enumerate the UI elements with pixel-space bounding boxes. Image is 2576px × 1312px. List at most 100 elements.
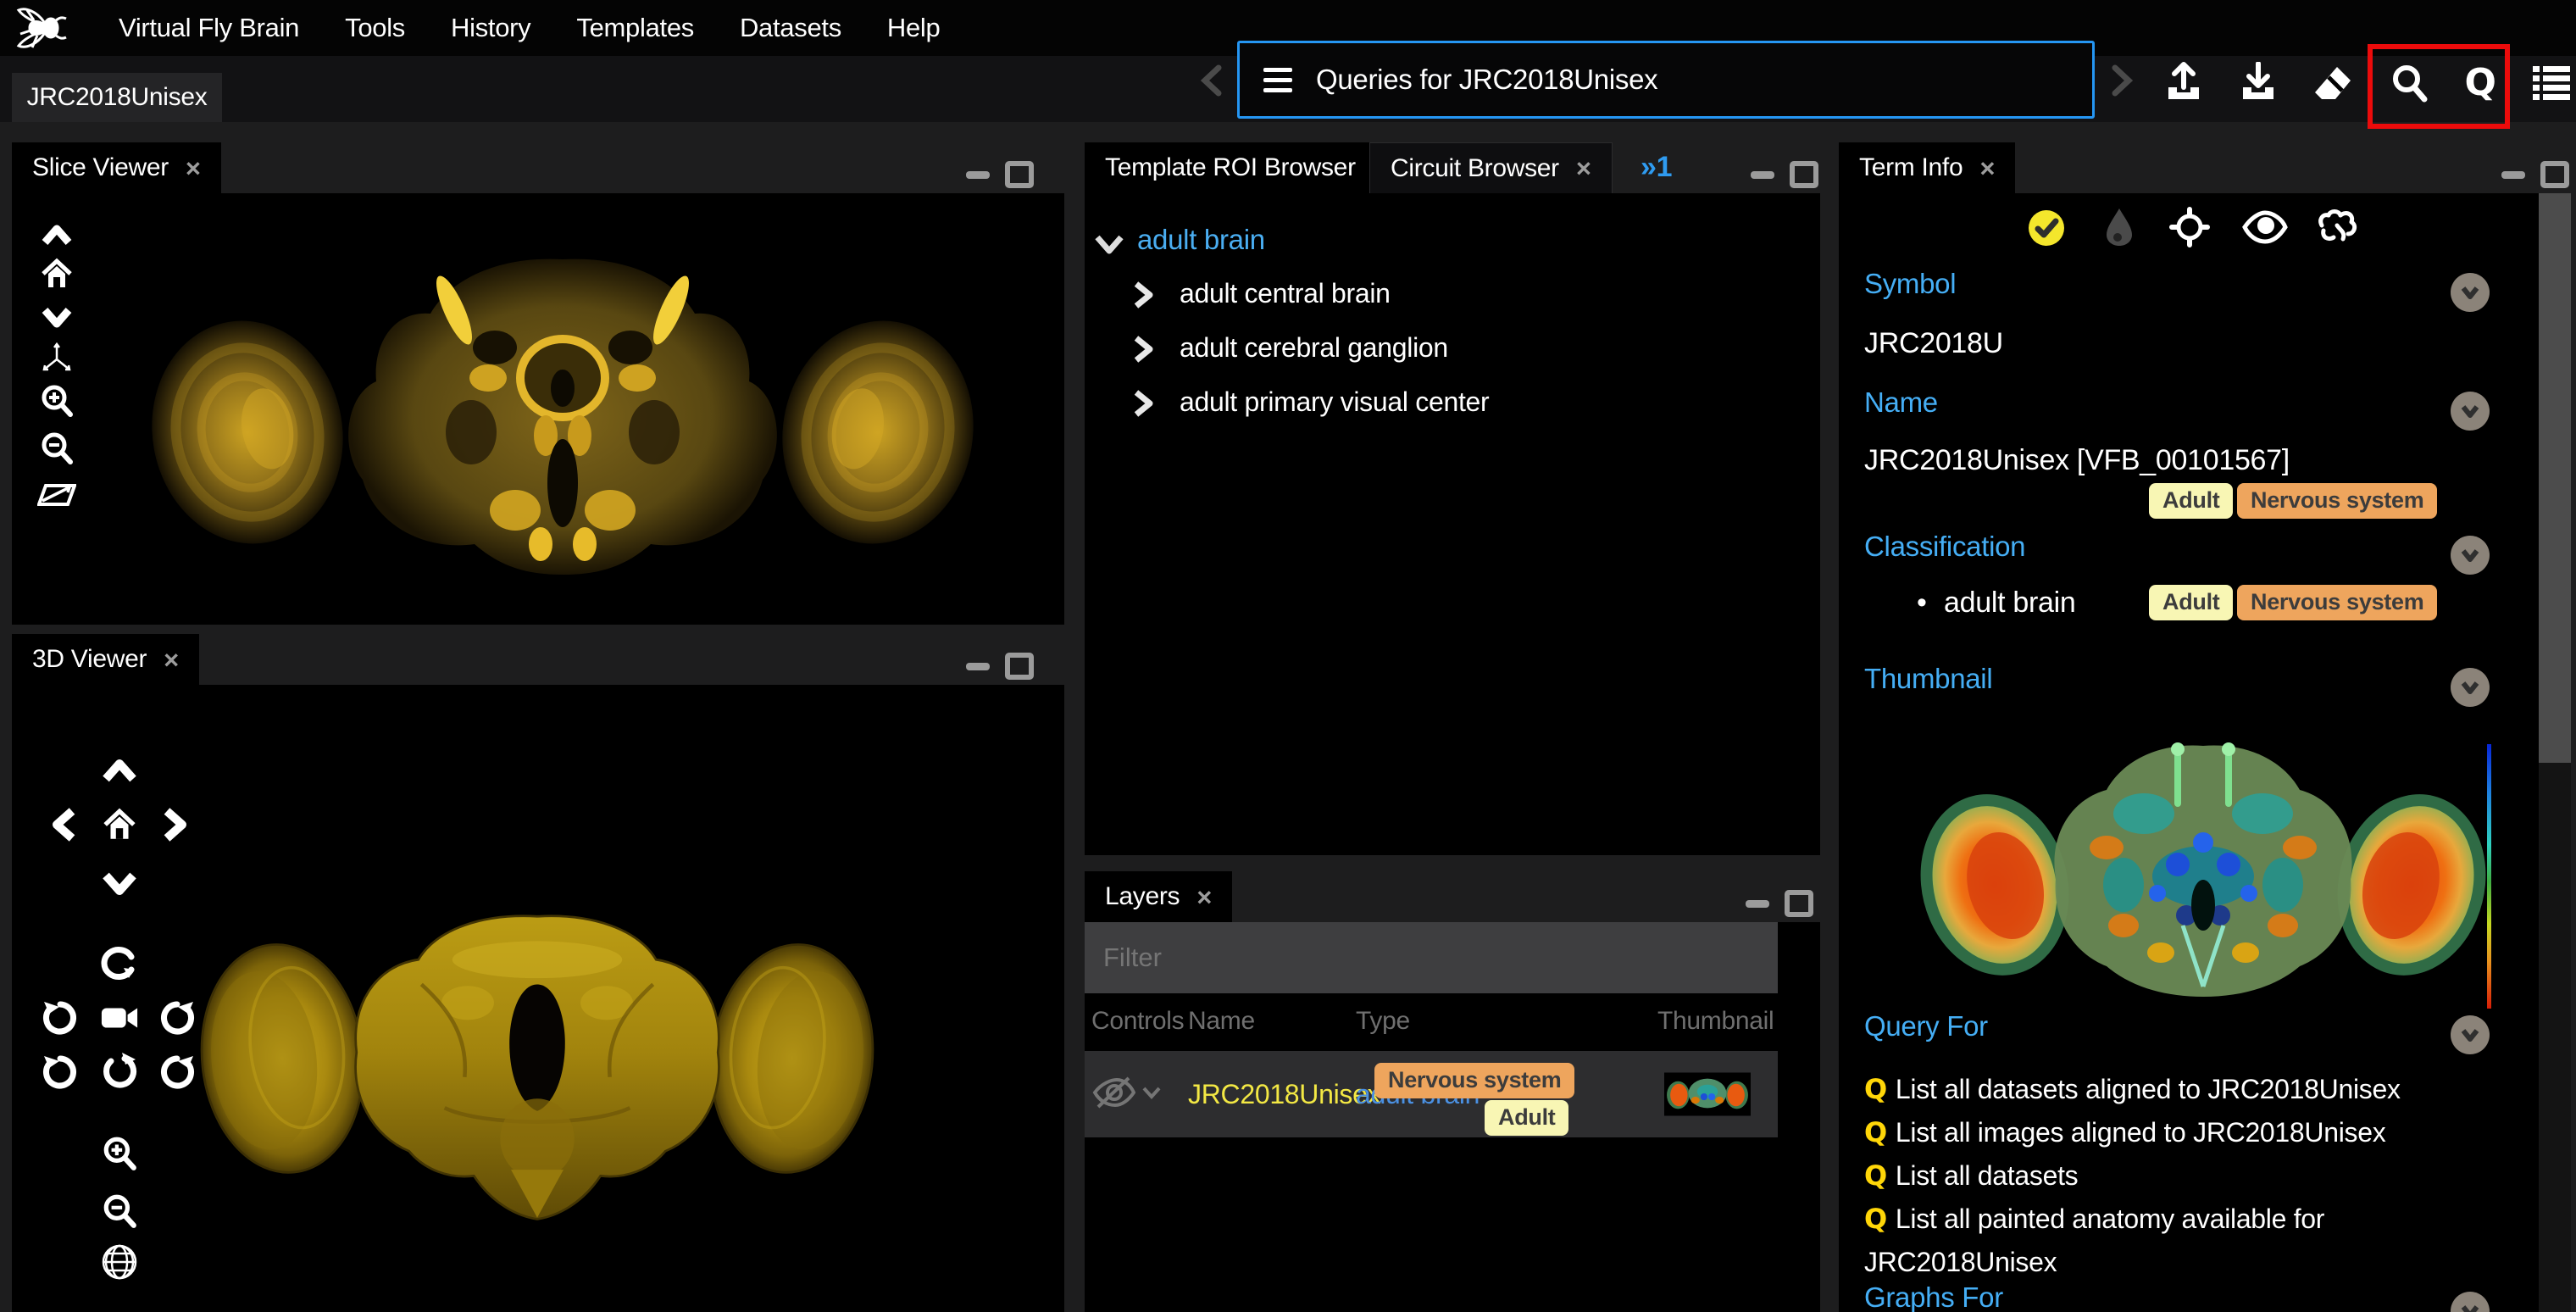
- slice-plane-icon[interactable]: [37, 475, 76, 514]
- classification-adult-brain-link[interactable]: adult brain: [1944, 587, 2075, 620]
- history-forward-icon[interactable]: [2103, 61, 2139, 100]
- section-name-collapse-icon[interactable]: [2451, 392, 2490, 431]
- query-search-box[interactable]: [1237, 41, 2095, 119]
- search-tool-icon[interactable]: [2388, 61, 2430, 105]
- home-icon[interactable]: [100, 805, 139, 844]
- menu-templates[interactable]: Templates: [576, 13, 694, 43]
- zoom-in-icon[interactable]: [37, 381, 76, 420]
- download-icon[interactable]: [2237, 61, 2279, 105]
- tab-slice-viewer[interactable]: Slice Viewer: [12, 142, 221, 193]
- section-thumbnail-collapse-icon[interactable]: [2451, 668, 2490, 707]
- maximize-icon[interactable]: [2540, 161, 2569, 188]
- pan-right-icon[interactable]: [156, 805, 195, 844]
- maximize-icon[interactable]: [1005, 653, 1034, 680]
- query-tool-icon[interactable]: Q: [2459, 61, 2501, 105]
- filter-input[interactable]: [1085, 942, 1749, 974]
- maximize-icon[interactable]: [1005, 161, 1034, 188]
- tree-expand-icon[interactable]: [1132, 334, 1154, 364]
- scrollbar-thumb[interactable]: [2539, 193, 2571, 763]
- wireframe-globe-icon[interactable]: [100, 1243, 139, 1281]
- tab-circuit-browser[interactable]: Circuit Browser: [1369, 142, 1613, 193]
- rotate-icon[interactable]: [100, 944, 139, 983]
- visibility-off-icon[interactable]: [1091, 1076, 1135, 1109]
- rotate-ccw-icon[interactable]: [41, 998, 80, 1037]
- tree-node-adult-primary-visual-center[interactable]: adult primary visual center: [1180, 386, 1489, 418]
- menu-datasets[interactable]: Datasets: [740, 13, 841, 43]
- tree-expand-icon[interactable]: [1132, 388, 1154, 419]
- minimize-icon[interactable]: [966, 663, 990, 670]
- maximize-icon[interactable]: [1785, 890, 1813, 917]
- zoom-out-icon[interactable]: [37, 429, 76, 468]
- close-icon[interactable]: [1196, 884, 1212, 910]
- tab-term-info[interactable]: Term Info: [1839, 142, 2015, 193]
- tree-expand-icon[interactable]: [1132, 280, 1154, 310]
- slice-viewer-canvas[interactable]: [12, 193, 1064, 625]
- tab-layers[interactable]: Layers: [1085, 871, 1232, 922]
- term-info-scrollbar[interactable]: [2539, 193, 2571, 1312]
- home-icon[interactable]: [37, 254, 76, 293]
- upload-icon[interactable]: [2162, 61, 2205, 105]
- query-link-painted-anatomy[interactable]: QList all painted anatomy available for …: [1864, 1198, 2457, 1284]
- axes-icon[interactable]: [37, 339, 76, 378]
- query-link-images-aligned[interactable]: QList all images aligned to JRC2018Unise…: [1864, 1111, 2457, 1154]
- selected-check-icon[interactable]: [2027, 208, 2066, 247]
- reset-rotation-icon[interactable]: [100, 1053, 139, 1092]
- roll-ccw-icon[interactable]: [41, 1053, 80, 1092]
- tab-template-roi-browser[interactable]: Template ROI Browser: [1085, 142, 1408, 193]
- query-link-all-datasets[interactable]: QList all datasets: [1864, 1154, 2457, 1198]
- menu-history[interactable]: History: [451, 13, 530, 43]
- menu-help[interactable]: Help: [887, 13, 941, 43]
- section-graphs-for-label[interactable]: Graphs For: [1864, 1281, 2003, 1312]
- section-graphs-for-collapse-icon[interactable]: [2451, 1292, 2490, 1312]
- color-droplet-icon[interactable]: [2103, 207, 2135, 247]
- camera-icon[interactable]: [100, 998, 139, 1037]
- section-query-for-label[interactable]: Query For: [1864, 1010, 1988, 1042]
- section-classification-label[interactable]: Classification: [1864, 531, 2025, 563]
- term-thumbnail-image[interactable]: [1907, 715, 2500, 1017]
- pan-up-icon[interactable]: [100, 751, 139, 790]
- tab-overflow-indicator[interactable]: »1: [1641, 151, 1672, 184]
- history-back-icon[interactable]: [1195, 61, 1230, 100]
- chevron-down-icon[interactable]: [1141, 1084, 1163, 1101]
- section-name-label[interactable]: Name: [1864, 386, 1938, 419]
- tree-node-adult-brain[interactable]: adult brain: [1137, 224, 1265, 256]
- menu-tools[interactable]: Tools: [345, 13, 405, 43]
- section-query-for-collapse-icon[interactable]: [2451, 1015, 2490, 1054]
- pan-left-icon[interactable]: [44, 805, 83, 844]
- close-icon[interactable]: [186, 155, 201, 181]
- zoom-out-icon[interactable]: [100, 1192, 139, 1231]
- locate-crosshair-icon[interactable]: [2169, 207, 2210, 247]
- layer-row-jrc2018unisex[interactable]: JRC2018Unisex adult brain Nervous system…: [1085, 1051, 1778, 1137]
- chevron-up-icon[interactable]: [37, 215, 76, 254]
- tree-node-adult-cerebral-ganglion[interactable]: adult cerebral ganglion: [1180, 332, 1448, 364]
- search-menu-icon[interactable]: [1263, 68, 1292, 92]
- visibility-eye-icon[interactable]: [2242, 210, 2288, 244]
- query-link-datasets-aligned[interactable]: QList all datasets aligned to JRC2018Uni…: [1864, 1068, 2457, 1111]
- tab-3d-viewer[interactable]: 3D Viewer: [12, 634, 199, 685]
- search-input[interactable]: [1314, 63, 1996, 97]
- minimize-icon[interactable]: [2501, 171, 2525, 179]
- close-icon[interactable]: [164, 647, 179, 673]
- section-symbol-collapse-icon[interactable]: [2451, 273, 2490, 312]
- maximize-icon[interactable]: [1790, 161, 1818, 188]
- pan-down-icon[interactable]: [100, 864, 139, 903]
- vfb-fly-logo-icon[interactable]: [12, 3, 68, 53]
- tab-jrc2018unisex[interactable]: JRC2018Unisex: [12, 73, 222, 122]
- close-icon[interactable]: [1979, 155, 1995, 181]
- layer-name[interactable]: JRC2018Unisex: [1188, 1079, 1380, 1110]
- tree-node-adult-central-brain[interactable]: adult central brain: [1180, 278, 1391, 309]
- 3d-viewer-canvas[interactable]: [12, 685, 1064, 1312]
- eraser-icon[interactable]: [2312, 61, 2354, 105]
- tree-collapse-icon[interactable]: [1093, 232, 1125, 256]
- section-thumbnail-label[interactable]: Thumbnail: [1864, 663, 1992, 695]
- layer-thumbnail[interactable]: [1664, 1070, 1751, 1119]
- section-classification-collapse-icon[interactable]: [2451, 536, 2490, 575]
- chevron-down-icon[interactable]: [37, 298, 76, 337]
- menu-virtual-fly-brain[interactable]: Virtual Fly Brain: [119, 13, 299, 43]
- minimize-icon[interactable]: [1746, 900, 1769, 908]
- zoom-in-icon[interactable]: [100, 1134, 139, 1173]
- list-view-icon[interactable]: [2530, 61, 2573, 105]
- section-symbol-label[interactable]: Symbol: [1864, 268, 1956, 300]
- close-icon[interactable]: [1576, 155, 1591, 181]
- minimize-icon[interactable]: [966, 171, 990, 179]
